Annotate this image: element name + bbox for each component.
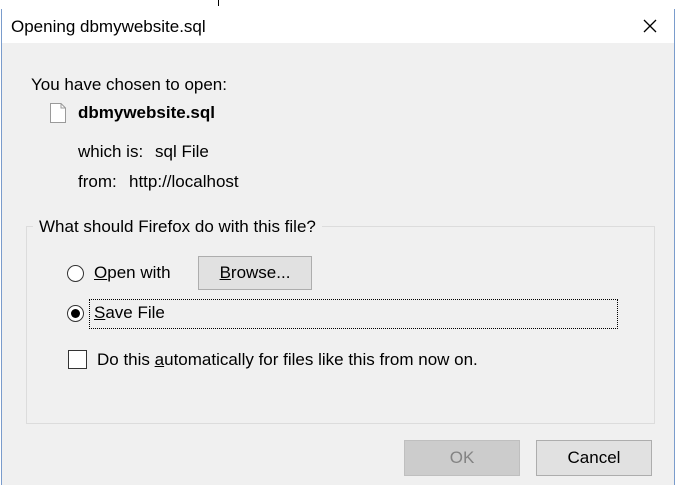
dialog-body: You have chosen to open: dbmywebsite.sql… [2, 43, 674, 485]
window-title: Opening dbmywebsite.sql [11, 17, 206, 36]
auto-checkbox[interactable] [68, 350, 87, 369]
radio-selected-dot [71, 309, 80, 318]
action-group-legend: What should Firefox do with this file? [33, 217, 322, 237]
file-source-label: from: [78, 172, 117, 191]
title-bar: Opening dbmywebsite.sql [2, 9, 674, 43]
intro-text: You have chosen to open: [31, 75, 227, 94]
open-with-radio[interactable] [67, 265, 84, 282]
file-source-value: http://localhost [129, 172, 239, 191]
open-with-label[interactable]: Open with [94, 263, 171, 283]
file-type-value: sql File [155, 142, 209, 161]
file-icon [50, 103, 66, 123]
auto-checkbox-label[interactable]: Do this automatically for files like thi… [97, 350, 478, 370]
cancel-button[interactable]: Cancel [536, 440, 652, 476]
close-button[interactable] [634, 12, 666, 40]
save-file-radio[interactable] [67, 305, 84, 322]
save-file-label[interactable]: Save File [94, 303, 165, 323]
file-type-label: which is: [78, 142, 144, 161]
background-strip [0, 0, 676, 9]
close-icon [643, 19, 657, 33]
download-dialog: Opening dbmywebsite.sql You have chosen … [1, 9, 675, 485]
focus-rectangle [89, 299, 618, 329]
cursor-mark [218, 0, 219, 6]
file-name: dbmywebsite.sql [78, 103, 215, 122]
browse-button[interactable]: Browse... [198, 256, 312, 290]
ok-button[interactable]: OK [404, 440, 520, 476]
